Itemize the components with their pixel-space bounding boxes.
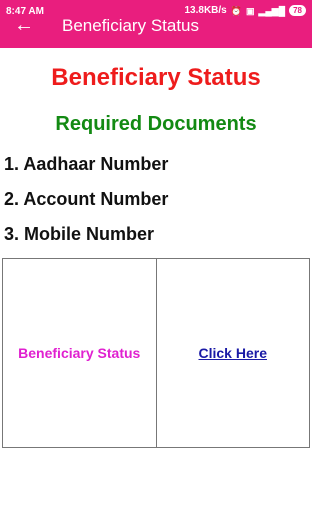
list-item: 3. Mobile Number — [4, 224, 155, 244]
page-title: Beneficiary Status — [51, 64, 261, 91]
network-speed: 13.8KB/s — [184, 5, 227, 16]
status-right-group: 13.8KB/s ⏰ ▣ ▂▄▆█ 78 — [184, 5, 306, 16]
battery-icon: 78 — [289, 5, 306, 16]
table-cell-link: Click Here — [155, 259, 310, 447]
alarm-off-icon: ⏰ — [230, 5, 242, 16]
documents-list: 1. Aadhaar Number 2. Account Number 3. M… — [4, 152, 168, 257]
volte-icon: ▣ — [245, 5, 255, 16]
list-item: 1. Aadhaar Number — [4, 154, 169, 174]
app-bar: ← Beneficiary Status — [0, 15, 312, 48]
app-bar-title: Beneficiary Status — [62, 16, 200, 35]
click-here-link[interactable]: Click Here — [199, 345, 267, 361]
beneficiary-status-label: Beneficiary Status — [18, 345, 141, 361]
table-cell-label: Beneficiary Status — [3, 259, 156, 447]
section-title: Required Documents — [55, 113, 257, 135]
signal-4g-icon: ▂▄▆█ — [258, 5, 286, 16]
arrow-left-icon[interactable]: ← — [14, 15, 38, 35]
list-item: 2. Account Number — [4, 189, 169, 209]
status-table: Beneficiary Status Click Here — [2, 258, 310, 448]
